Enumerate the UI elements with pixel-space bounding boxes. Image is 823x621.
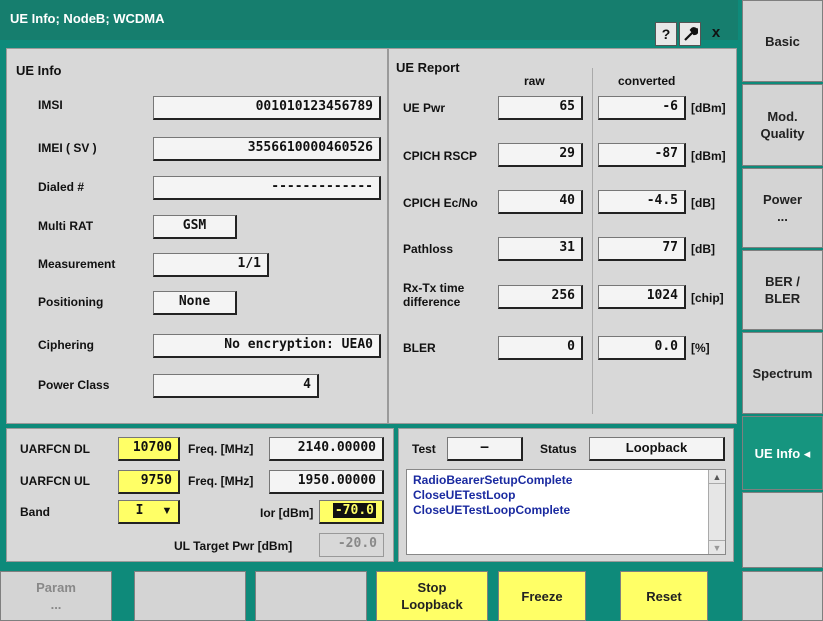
measurement-label: Measurement [38, 257, 116, 271]
pathloss-converted: 77 [598, 237, 686, 261]
ue-info-heading: UE Info [16, 63, 62, 78]
reset-button[interactable]: Reset [620, 571, 708, 621]
mod-quality-softkey[interactable]: Mod. Quality [742, 84, 823, 166]
cpich-ecno-label: CPICH Ec/No [403, 196, 478, 210]
multi-rat-label: Multi RAT [38, 219, 94, 233]
test-value: — [447, 437, 523, 461]
uarfcn-ul-input[interactable]: 9750 [118, 470, 180, 494]
cpich-ecno-unit: [dB] [691, 196, 715, 210]
uarfcn-ul-label: UARFCN UL [20, 474, 90, 488]
scroll-down-icon[interactable]: ▼ [709, 540, 725, 554]
basic-softkey[interactable]: Basic [742, 0, 823, 82]
bottom-softkey-7[interactable] [742, 571, 823, 621]
cpich-rscp-raw: 29 [498, 143, 583, 167]
cpich-rscp-unit: [dBm] [691, 149, 726, 163]
rx-tx-unit: [chip] [691, 291, 724, 305]
message-list: RadioBearerSetupComplete CloseUETestLoop… [406, 469, 726, 555]
uarfcn-dl-input[interactable]: 10700 [118, 437, 180, 461]
pathloss-unit: [dB] [691, 242, 715, 256]
spectrum-softkey[interactable]: Spectrum [742, 332, 823, 414]
uarfcn-dl-label: UARFCN DL [20, 442, 90, 456]
power-softkey[interactable]: Power ... [742, 168, 823, 248]
empty-softkey[interactable] [742, 492, 823, 568]
status-value: Loopback [589, 437, 725, 461]
converted-column-header: converted [618, 74, 676, 88]
bler-converted: 0.0 [598, 336, 686, 360]
ue-pwr-unit: [dBm] [691, 101, 726, 115]
power-class-value: 4 [153, 374, 319, 398]
wrench-icon[interactable] [679, 22, 701, 46]
dialed-value: ------------- [153, 176, 381, 200]
freq-dl-label: Freq. [MHz] [188, 442, 254, 456]
raw-column-header: raw [524, 74, 545, 88]
cpich-ecno-converted: -4.5 [598, 190, 686, 214]
ciphering-value: No encryption: UEA0 [153, 334, 381, 358]
bottom-softkey-2[interactable] [134, 571, 246, 621]
cpich-rscp-label: CPICH RSCP [403, 149, 478, 163]
rx-tx-label: Rx-Tx time difference [403, 281, 465, 309]
imei-value: 3556610000460526 [153, 137, 381, 161]
ciphering-label: Ciphering [38, 338, 94, 352]
bottom-softkey-3[interactable] [255, 571, 367, 621]
rx-tx-raw: 256 [498, 285, 583, 309]
ue-info-softkey[interactable]: UE Info ◂ [742, 416, 823, 490]
close-button[interactable]: x [706, 24, 726, 44]
power-class-label: Power Class [38, 378, 110, 392]
cpich-rscp-converted: -87 [598, 143, 686, 167]
freq-ul-label: Freq. [MHz] [188, 474, 254, 488]
chevron-down-icon[interactable]: ▼ [158, 502, 176, 520]
ber-bler-softkey[interactable]: BER / BLER [742, 250, 823, 330]
ue-pwr-label: UE Pwr [403, 101, 446, 115]
bler-label: BLER [403, 341, 436, 355]
freeze-button[interactable]: Freeze [498, 571, 586, 621]
column-divider [592, 68, 593, 414]
ue-pwr-raw: 65 [498, 96, 583, 120]
message-scrollbar[interactable]: ▲ ▼ [708, 470, 725, 554]
cpich-ecno-raw: 40 [498, 190, 583, 214]
multi-rat-value: GSM [153, 215, 237, 239]
param-softkey[interactable]: Param ... [0, 571, 112, 621]
imsi-value: 001010123456789 [153, 96, 381, 120]
measurement-value: 1/1 [153, 253, 269, 277]
imei-label: IMEI ( SV ) [38, 141, 97, 155]
pathloss-raw: 31 [498, 237, 583, 261]
title-bar: UE Info; NodeB; WCDMA ? x [0, 0, 738, 46]
dialed-label: Dialed # [38, 180, 85, 194]
ue-pwr-converted: -6 [598, 96, 686, 120]
freq-ul-value: 1950.00000 [269, 470, 384, 494]
ior-label: Ior [dBm] [260, 506, 314, 520]
ior-input[interactable]: -70.0 [319, 500, 384, 524]
band-value: I [135, 503, 144, 518]
help-button[interactable]: ? [655, 22, 677, 46]
bler-raw: 0 [498, 336, 583, 360]
ue-info-window: UE Info; NodeB; WCDMA ? x UE Info IMSI 0… [0, 0, 738, 567]
ul-target-label: UL Target Pwr [dBm] [174, 539, 293, 553]
bler-unit: [%] [691, 341, 710, 355]
ue-report-heading: UE Report [396, 60, 460, 75]
freq-dl-value: 2140.00000 [269, 437, 384, 461]
band-label: Band [20, 505, 50, 519]
list-item: RadioBearerSetupComplete [413, 473, 573, 487]
pathloss-label: Pathloss [403, 242, 454, 256]
test-label: Test [412, 442, 436, 456]
positioning-value: None [153, 291, 237, 315]
list-item: CloseUETestLoopComplete [413, 503, 571, 517]
rx-tx-converted: 1024 [598, 285, 686, 309]
stop-loopback-button[interactable]: Stop Loopback [376, 571, 488, 621]
status-label: Status [540, 442, 577, 456]
positioning-label: Positioning [38, 295, 104, 309]
ul-target-value: -20.0 [319, 533, 384, 557]
ior-value: -70.0 [332, 503, 376, 518]
imsi-label: IMSI [38, 98, 63, 112]
list-item: CloseUETestLoop [413, 488, 516, 502]
window-title: UE Info; NodeB; WCDMA [10, 11, 165, 26]
scroll-up-icon[interactable]: ▲ [709, 470, 725, 484]
